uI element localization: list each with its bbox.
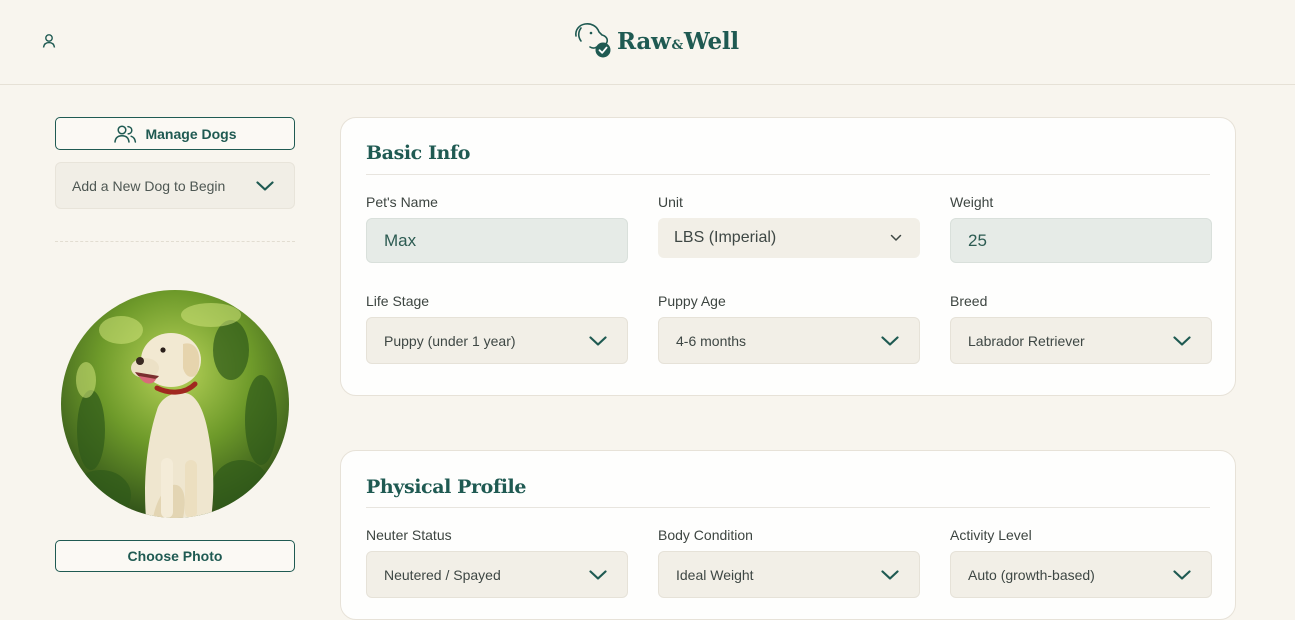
chevron-down-icon	[890, 234, 902, 241]
weight-label: Weight	[950, 194, 994, 210]
breed-label: Breed	[950, 293, 988, 309]
brand-word-well: Well	[683, 27, 739, 55]
life-stage-value: Puppy (under 1 year)	[384, 332, 516, 349]
activity-level-select[interactable]: Auto (growth-based)	[950, 551, 1212, 598]
dog-head-check-icon	[575, 23, 611, 58]
chevron-down-icon	[1173, 335, 1191, 346]
physical-profile-card: Physical Profile Neuter Status Neutered …	[340, 450, 1236, 620]
card-divider	[366, 507, 1210, 508]
choose-photo-button[interactable]: Choose Photo	[55, 540, 295, 572]
pet-name-field: Pet's Name Max	[366, 194, 628, 263]
unit-field: Unit LBS (Imperial)	[658, 194, 920, 258]
manage-dogs-button[interactable]: Manage Dogs	[55, 117, 295, 150]
users-icon	[114, 124, 137, 143]
brand-ampersand: &	[671, 37, 683, 53]
neuter-status-field: Neuter Status Neutered / Spayed	[366, 527, 628, 598]
brand-word-raw: Raw	[617, 27, 671, 55]
puppy-age-field: Puppy Age 4-6 months	[658, 293, 920, 364]
puppy-age-select[interactable]: 4-6 months	[658, 317, 920, 364]
breed-field: Breed Labrador Retriever	[950, 293, 1212, 364]
body-condition-value: Ideal Weight	[676, 566, 754, 583]
top-bar: Raw&Well	[0, 0, 1295, 85]
life-stage-field: Life Stage Puppy (under 1 year)	[366, 293, 628, 364]
activity-level-value: Auto (growth-based)	[968, 566, 1095, 583]
dog-select[interactable]: Add a New Dog to Begin	[55, 162, 295, 209]
unit-select[interactable]: LBS (Imperial)	[658, 218, 920, 258]
chevron-down-icon	[589, 335, 607, 346]
neuter-status-value: Neutered / Spayed	[384, 566, 501, 583]
weight-input[interactable]: 25	[950, 218, 1212, 263]
brand-name: Raw&Well	[617, 28, 739, 55]
brand-logo[interactable]: Raw&Well	[572, 20, 739, 62]
choose-photo-label: Choose Photo	[127, 548, 223, 564]
neuter-status-select[interactable]: Neutered / Spayed	[366, 551, 628, 598]
manage-dogs-label: Manage Dogs	[145, 125, 237, 142]
chevron-down-icon	[1173, 569, 1191, 580]
breed-value: Labrador Retriever	[968, 332, 1085, 349]
unit-select-value: LBS (Imperial)	[674, 229, 777, 246]
basic-info-title: Basic Info	[366, 142, 471, 164]
chevron-down-icon	[881, 569, 899, 580]
life-stage-label: Life Stage	[366, 293, 430, 309]
dog-select-value: Add a New Dog to Begin	[72, 177, 226, 194]
basic-info-card: Basic Info Pet's Name Max Unit LBS (Impe…	[340, 117, 1236, 396]
dog-photo	[61, 290, 289, 518]
body-condition-select[interactable]: Ideal Weight	[658, 551, 920, 598]
puppy-age-label: Puppy Age	[658, 293, 726, 309]
card-divider	[366, 174, 1210, 175]
weight-field: Weight 25	[950, 194, 1212, 263]
pet-name-label: Pet's Name	[366, 194, 438, 210]
body-condition-field: Body Condition Ideal Weight	[658, 527, 920, 598]
breed-select[interactable]: Labrador Retriever	[950, 317, 1212, 364]
body-condition-label: Body Condition	[658, 527, 753, 543]
chevron-down-icon	[881, 335, 899, 346]
physical-profile-title: Physical Profile	[366, 476, 527, 498]
sidebar-divider	[55, 241, 295, 242]
chevron-down-icon	[589, 569, 607, 580]
activity-level-label: Activity Level	[950, 527, 1032, 543]
pet-name-input[interactable]: Max	[366, 218, 628, 263]
life-stage-select[interactable]: Puppy (under 1 year)	[366, 317, 628, 364]
activity-level-field: Activity Level Auto (growth-based)	[950, 527, 1212, 598]
user-icon[interactable]	[40, 32, 58, 50]
neuter-status-label: Neuter Status	[366, 527, 452, 543]
chevron-down-icon	[256, 180, 274, 191]
puppy-age-value: 4-6 months	[676, 332, 747, 349]
unit-label: Unit	[658, 194, 683, 210]
sidebar: Manage Dogs Add a New Dog to Begin Choos…	[55, 117, 295, 572]
